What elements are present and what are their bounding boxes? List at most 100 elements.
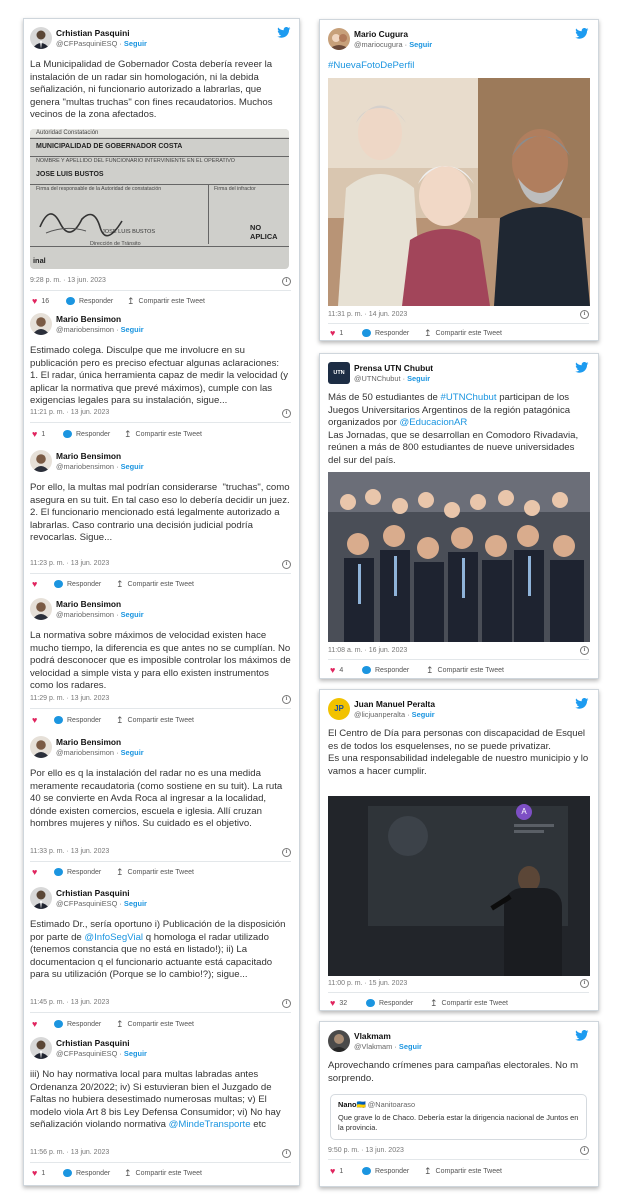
author-handle[interactable]: @CFPasquiniESQ (56, 899, 117, 908)
heart-icon[interactable]: ♥ (330, 999, 335, 1008)
author-name[interactable]: Juan Manuel Peralta (354, 699, 435, 709)
fine-document-image[interactable]: Autoridad Constatación MUNICIPALIDAD DE … (30, 129, 289, 269)
timestamp[interactable]: 9:28 p. m. · 13 jun. 2023 (30, 277, 106, 284)
share-button[interactable]: Compartir este Tweet (128, 869, 194, 876)
follow-button[interactable]: Seguir (409, 40, 432, 49)
avatar[interactable] (328, 28, 350, 50)
follow-button[interactable]: Seguir (399, 1042, 422, 1051)
tweet-2[interactable]: Mario Bensimon @mariobensimon · Seguir E… (30, 313, 291, 443)
tweet-card-vlakmam[interactable]: Vlakmam @Vlakmam · Seguir Aprovechando c… (319, 1021, 599, 1187)
timestamp[interactable]: 11:56 p. m. · 13 jun. 2023 (30, 1149, 109, 1156)
avatar[interactable] (30, 27, 52, 49)
follow-button[interactable]: Seguir (124, 39, 147, 48)
meeting-photo[interactable]: A (328, 796, 590, 976)
author-handle[interactable]: @mariobensimon (56, 325, 114, 334)
author-handle[interactable]: @CFPasquiniESQ (56, 39, 117, 48)
heart-icon[interactable]: ♥ (330, 666, 335, 675)
tweet-card-cugura[interactable]: Mario Cugura @mariocugura · Seguir #Nuev… (319, 19, 599, 341)
profile-photo[interactable] (328, 78, 590, 306)
hashtag-link[interactable]: #UTNChubut (441, 392, 497, 403)
mention-link[interactable]: @InfoSegVial (84, 932, 143, 943)
reply-button[interactable]: Responder (375, 1168, 409, 1175)
hashtag-link[interactable]: #NuevaFotoDePerfil (328, 60, 414, 73)
heart-icon[interactable]: ♥ (32, 297, 37, 306)
reply-button[interactable]: Responder (375, 330, 409, 337)
info-icon[interactable]: i (580, 979, 589, 988)
avatar[interactable] (30, 887, 52, 909)
author-name[interactable]: Prensa UTN Chubut (354, 363, 433, 373)
follow-button[interactable]: Seguir (121, 748, 144, 757)
author-handle[interactable]: @mariocugura (354, 40, 403, 49)
timestamp[interactable]: 11:00 p. m. · 15 jun. 2023 (328, 980, 407, 987)
timestamp[interactable]: 11:23 p. m. · 13 jun. 2023 (30, 560, 109, 567)
author-name[interactable]: Mario Bensimon (56, 737, 121, 747)
share-button[interactable]: Compartir este Tweet (136, 431, 202, 438)
quote-author[interactable]: Nano (338, 1100, 356, 1109)
info-icon[interactable]: i (282, 1149, 291, 1158)
heart-icon[interactable]: ♥ (32, 580, 37, 589)
reply-button[interactable]: Responder (67, 1021, 101, 1028)
heart-icon[interactable]: ♥ (32, 868, 37, 877)
tweet-1[interactable]: Crhistian Pasquini @CFPasquiniESQ · Segu… (30, 27, 291, 319)
avatar[interactable]: UTN (328, 362, 350, 384)
author-name[interactable]: Mario Bensimon (56, 314, 121, 324)
author-name[interactable]: Crhistian Pasquini (56, 28, 130, 38)
info-icon[interactable]: i (282, 277, 291, 286)
info-icon[interactable]: i (282, 848, 291, 857)
reply-button[interactable]: Responder (79, 298, 113, 305)
author-handle[interactable]: @mariobensimon (56, 610, 114, 619)
author-name[interactable]: Mario Bensimon (56, 599, 121, 609)
info-icon[interactable]: i (282, 409, 291, 418)
students-photo[interactable] (328, 472, 590, 642)
follow-button[interactable]: Seguir (412, 710, 435, 719)
author-handle[interactable]: @licjuanperalta (354, 710, 405, 719)
author-handle[interactable]: @mariobensimon (56, 748, 114, 757)
avatar[interactable] (30, 736, 52, 758)
tweet-card-peralta[interactable]: JP Juan Manuel Peralta @licjuanperalta ·… (319, 689, 599, 1011)
follow-button[interactable]: Seguir (407, 374, 430, 383)
follow-button[interactable]: Seguir (121, 325, 144, 334)
share-button[interactable]: Compartir este Tweet (436, 1168, 502, 1175)
share-button[interactable]: Compartir este Tweet (136, 1170, 202, 1177)
mention-link[interactable]: @EducacionAR (399, 417, 467, 428)
mention-link[interactable]: @MindeTransporte (169, 1119, 251, 1130)
timestamp[interactable]: 11:08 a. m. · 16 jun. 2023 (328, 647, 407, 654)
avatar[interactable] (328, 1030, 350, 1052)
share-button[interactable]: Compartir este Tweet (128, 717, 194, 724)
tweet-6[interactable]: Crhistian Pasquini @CFPasquiniESQ · Segu… (30, 887, 291, 1035)
author-name[interactable]: Mario Bensimon (56, 451, 121, 461)
timestamp[interactable]: 9:50 p. m. · 13 jun. 2023 (328, 1147, 404, 1154)
follow-button[interactable]: Seguir (124, 899, 147, 908)
author-name[interactable]: Vlakmam (354, 1031, 391, 1041)
author-handle[interactable]: @CFPasquiniESQ (56, 1049, 117, 1058)
info-icon[interactable]: i (580, 646, 589, 655)
reply-button[interactable]: Responder (76, 1170, 110, 1177)
info-icon[interactable]: i (282, 695, 291, 704)
follow-button[interactable]: Seguir (124, 1049, 147, 1058)
tweet-card-utn[interactable]: UTN Prensa UTN Chubut @UTNChubut · Segui… (319, 353, 599, 679)
author-handle[interactable]: @UTNChubut (354, 374, 401, 383)
share-button[interactable]: Compartir este Tweet (139, 298, 205, 305)
avatar[interactable] (30, 450, 52, 472)
reply-button[interactable]: Responder (67, 581, 101, 588)
author-handle[interactable]: @Vlakmam (354, 1042, 392, 1051)
tweet-7[interactable]: Crhistian Pasquini @CFPasquiniESQ · Segu… (30, 1037, 291, 1185)
tweet-5[interactable]: Mario Bensimon @mariobensimon · Seguir P… (30, 736, 291, 884)
avatar[interactable]: JP (328, 698, 350, 720)
follow-button[interactable]: Seguir (121, 462, 144, 471)
reply-button[interactable]: Responder (67, 869, 101, 876)
heart-icon[interactable]: ♥ (330, 329, 335, 338)
author-name[interactable]: Mario Cugura (354, 29, 408, 39)
share-button[interactable]: Compartir este Tweet (438, 667, 504, 674)
timestamp[interactable]: 11:45 p. m. · 13 jun. 2023 (30, 999, 109, 1006)
author-handle[interactable]: @mariobensimon (56, 462, 114, 471)
reply-button[interactable]: Responder (379, 1000, 413, 1007)
info-icon[interactable]: i (580, 310, 589, 319)
avatar[interactable] (30, 313, 52, 335)
heart-icon[interactable]: ♥ (330, 1167, 335, 1176)
avatar[interactable] (30, 1037, 52, 1059)
timestamp[interactable]: 11:33 p. m. · 13 jun. 2023 (30, 848, 109, 855)
author-name[interactable]: Crhistian Pasquini (56, 888, 130, 898)
info-icon[interactable]: i (282, 999, 291, 1008)
tweet-3[interactable]: Mario Bensimon @mariobensimon · Seguir P… (30, 450, 291, 590)
